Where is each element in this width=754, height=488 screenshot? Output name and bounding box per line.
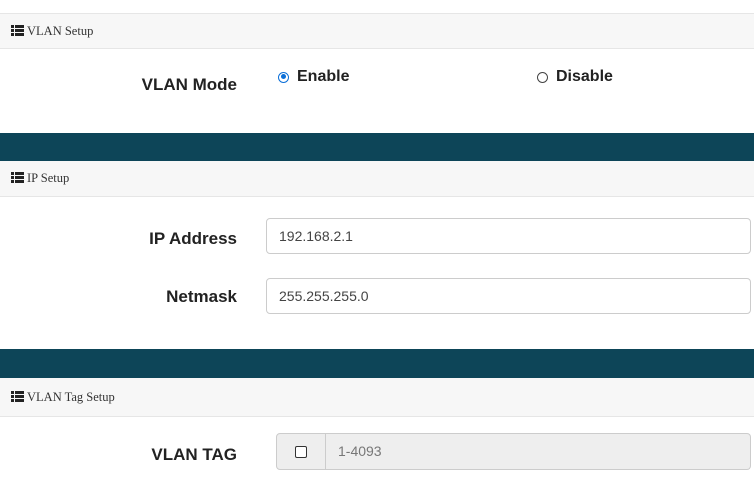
list-icon <box>11 172 24 183</box>
section-divider <box>0 133 754 161</box>
radio-checked-icon[interactable] <box>278 71 289 83</box>
vlan-tag-checkbox-addon <box>276 433 326 470</box>
ip-address-input[interactable]: 192.168.2.1 <box>266 218 751 254</box>
radio-unchecked-icon[interactable] <box>537 71 548 83</box>
ip-setup-header: IP Setup <box>0 161 754 197</box>
vlan-setup-header: VLAN Setup <box>0 13 754 49</box>
netmask-input[interactable]: 255.255.255.0 <box>266 278 751 314</box>
vlan-tag-label: VLAN TAG <box>151 445 237 464</box>
vlan-setup-title: VLAN Setup <box>27 23 94 38</box>
list-icon <box>11 24 24 36</box>
vlan-mode-enable-label: Enable <box>297 68 350 85</box>
vlan-tag-input[interactable]: 1-4093 <box>326 433 751 470</box>
section-divider <box>0 349 754 378</box>
list-icon <box>11 390 24 402</box>
vlan-mode-label: VLAN Mode <box>141 75 237 94</box>
vlan-tag-checkbox[interactable] <box>295 445 307 458</box>
ip-address-label: IP Address <box>149 229 237 248</box>
vlan-tag-group: 1-4093 <box>276 433 751 470</box>
vlan-mode-enable-radio[interactable]: Enable <box>278 68 349 86</box>
vlan-mode-disable-radio[interactable]: Disable <box>537 68 613 86</box>
vlan-tag-setup-title: VLAN Tag Setup <box>27 389 115 404</box>
ip-setup-title: IP Setup <box>27 171 70 185</box>
vlan-mode-disable-label: Disable <box>556 68 613 85</box>
vlan-tag-setup-header: VLAN Tag Setup <box>0 378 754 417</box>
netmask-label: Netmask <box>166 287 237 306</box>
